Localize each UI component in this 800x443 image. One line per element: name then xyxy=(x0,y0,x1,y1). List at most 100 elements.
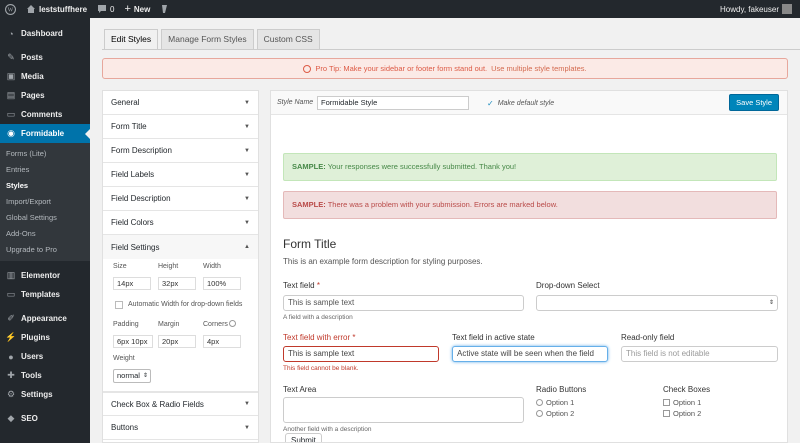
chevron-down-icon: ⇕ xyxy=(768,300,774,306)
active-field-input[interactable]: Active state will be seen when the field xyxy=(452,346,608,362)
tab-custom-css[interactable]: Custom CSS xyxy=(256,29,320,49)
sidebar-item-settings[interactable]: ⚙ Settings xyxy=(0,385,90,404)
success-text: Your responses were successfully submitt… xyxy=(327,162,517,171)
submenu-forms[interactable]: Forms (Lite) xyxy=(0,146,90,162)
sidebar-label: Formidable xyxy=(21,129,65,138)
corners-input[interactable]: 4px xyxy=(203,335,241,348)
pro-tip-text: Pro Tip: Make your sidebar or footer for… xyxy=(315,64,488,73)
radio-circle xyxy=(536,399,543,406)
checkbox-square xyxy=(663,410,670,417)
sidebar-label: Tools xyxy=(21,371,42,380)
wordpress-logo-icon[interactable]: W xyxy=(0,0,21,18)
sidebar-item-posts[interactable]: ✎ Posts xyxy=(0,48,90,67)
sidebar-item-users[interactable]: ● Users xyxy=(0,347,90,366)
section-form-description[interactable]: Form Description ▼ xyxy=(103,139,258,163)
info-icon[interactable] xyxy=(229,320,236,327)
checkbox-option-2[interactable]: Option 2 xyxy=(663,409,701,418)
caret-down-icon: ▼ xyxy=(244,219,250,226)
size-input[interactable]: 14px xyxy=(113,277,151,290)
submenu-add-ons[interactable]: Add-Ons xyxy=(0,226,90,242)
sidebar-item-templates[interactable]: ▭ Templates xyxy=(0,285,90,304)
section-checkbox-radio[interactable]: Check Box & Radio Fields ▼ xyxy=(103,392,258,416)
section-field-labels[interactable]: Field Labels ▼ xyxy=(103,163,258,187)
sidebar-item-appearance[interactable]: ✐ Appearance xyxy=(0,309,90,328)
section-field-description[interactable]: Field Description ▼ xyxy=(103,187,258,211)
site-name-link[interactable]: Ieststuffhere xyxy=(21,0,92,18)
account-menu[interactable]: Howdy, fakeuser xyxy=(715,0,800,18)
sidebar-item-media[interactable]: ▣ Media xyxy=(0,67,90,86)
formidable-icon: ◉ xyxy=(7,128,15,138)
section-label: Form Title xyxy=(111,122,147,131)
pro-tip-link[interactable]: Use multiple style templates. xyxy=(491,64,586,73)
required-mark: * xyxy=(352,333,356,342)
caret-down-icon: ▼ xyxy=(244,123,250,130)
sidebar-label: Media xyxy=(21,72,44,81)
margin-label: Margin xyxy=(158,321,180,328)
sidebar-item-dashboard[interactable]: ◔ Dashboard xyxy=(0,24,90,43)
sidebar-item-seo[interactable]: ◆ SEO xyxy=(0,409,90,428)
width-input[interactable]: 100% xyxy=(203,277,241,290)
section-field-settings[interactable]: Field Settings ▲ xyxy=(103,235,258,259)
radio-option-1[interactable]: Option 1 xyxy=(536,398,574,407)
page-icon: ▤ xyxy=(6,90,16,100)
brush-icon: ✐ xyxy=(7,313,15,323)
avatar xyxy=(782,4,792,14)
submenu-global-settings[interactable]: Global Settings xyxy=(0,210,90,226)
radio-option-2[interactable]: Option 2 xyxy=(536,409,574,418)
greeting: Howdy, fakeuser xyxy=(720,4,779,14)
style-name-input[interactable]: Formidable Style xyxy=(317,96,469,110)
caret-up-icon: ▲ xyxy=(244,244,250,250)
check-circle-icon xyxy=(303,64,312,73)
submenu-import-export[interactable]: Import/Export xyxy=(0,194,90,210)
plus-icon: + xyxy=(124,3,131,15)
sidebar-item-comments[interactable]: ▭ Comments xyxy=(0,105,90,124)
weight-select[interactable]: normal ⇕ xyxy=(113,369,151,383)
sidebar-label: Plugins xyxy=(21,333,50,342)
dropdown-select[interactable]: ⇕ xyxy=(536,295,778,311)
text-field-label: Text field * xyxy=(283,281,320,290)
sample-prefix: SAMPLE: xyxy=(292,200,326,209)
section-general[interactable]: General ▼ xyxy=(103,91,258,115)
section-buttons[interactable]: Buttons ▼ xyxy=(103,416,258,440)
textarea-label: Text Area xyxy=(283,385,317,394)
height-input[interactable]: 32px xyxy=(158,277,196,290)
make-default-checkbox[interactable]: ✓ Make default style xyxy=(487,99,554,108)
auto-width-checkbox[interactable] xyxy=(115,301,123,309)
padding-input[interactable]: 6px 10px xyxy=(113,335,153,348)
textarea-input[interactable] xyxy=(283,397,524,423)
comments-link[interactable]: 0 xyxy=(92,0,119,18)
corners-label: Corners xyxy=(203,321,228,328)
submit-button[interactable]: Submit xyxy=(285,433,322,442)
section-form-title[interactable]: Form Title ▼ xyxy=(103,115,258,139)
caret-down-icon: ▼ xyxy=(244,424,250,431)
sidebar-label: Comments xyxy=(21,110,63,119)
auto-width-label: Automatic Width for drop-down fields xyxy=(128,301,243,308)
save-style-button[interactable]: Save Style xyxy=(729,94,779,111)
submenu-upgrade[interactable]: Upgrade to Pro xyxy=(0,242,90,258)
sidebar-item-elementor[interactable]: ▥ Elementor xyxy=(0,266,90,285)
home-icon xyxy=(27,5,35,13)
new-content-link[interactable]: + New xyxy=(119,0,155,18)
submenu-styles[interactable]: Styles xyxy=(0,178,90,194)
weight-label: Weight xyxy=(113,355,135,362)
label-text: Text field xyxy=(283,281,315,290)
sidebar-item-formidable[interactable]: ◉ Formidable xyxy=(0,124,90,143)
active-field-label: Text field in active state xyxy=(452,333,535,342)
pin-icon: ✎ xyxy=(7,52,15,62)
checkbox-option-1[interactable]: Option 1 xyxy=(663,398,701,407)
checkbox-group-label: Check Boxes xyxy=(663,385,711,394)
form-description: This is an example form description for … xyxy=(283,257,483,266)
tab-edit-styles[interactable]: Edit Styles xyxy=(104,29,159,49)
size-label: Size xyxy=(113,263,127,270)
text-field-input[interactable]: This is sample text xyxy=(283,295,524,311)
section-field-colors[interactable]: Field Colors ▼ xyxy=(103,211,258,235)
sidebar-item-tools[interactable]: ✚ Tools xyxy=(0,366,90,385)
margin-input[interactable]: 20px xyxy=(158,335,196,348)
sidebar-item-plugins[interactable]: ⚡ Plugins xyxy=(0,328,90,347)
folder-icon: ▭ xyxy=(6,289,16,299)
error-field-input[interactable]: This is sample text xyxy=(283,346,439,362)
tab-manage-form-styles[interactable]: Manage Form Styles xyxy=(161,29,254,49)
sidebar-item-pages[interactable]: ▤ Pages xyxy=(0,86,90,105)
yoast-icon[interactable] xyxy=(155,0,175,18)
submenu-entries[interactable]: Entries xyxy=(0,162,90,178)
